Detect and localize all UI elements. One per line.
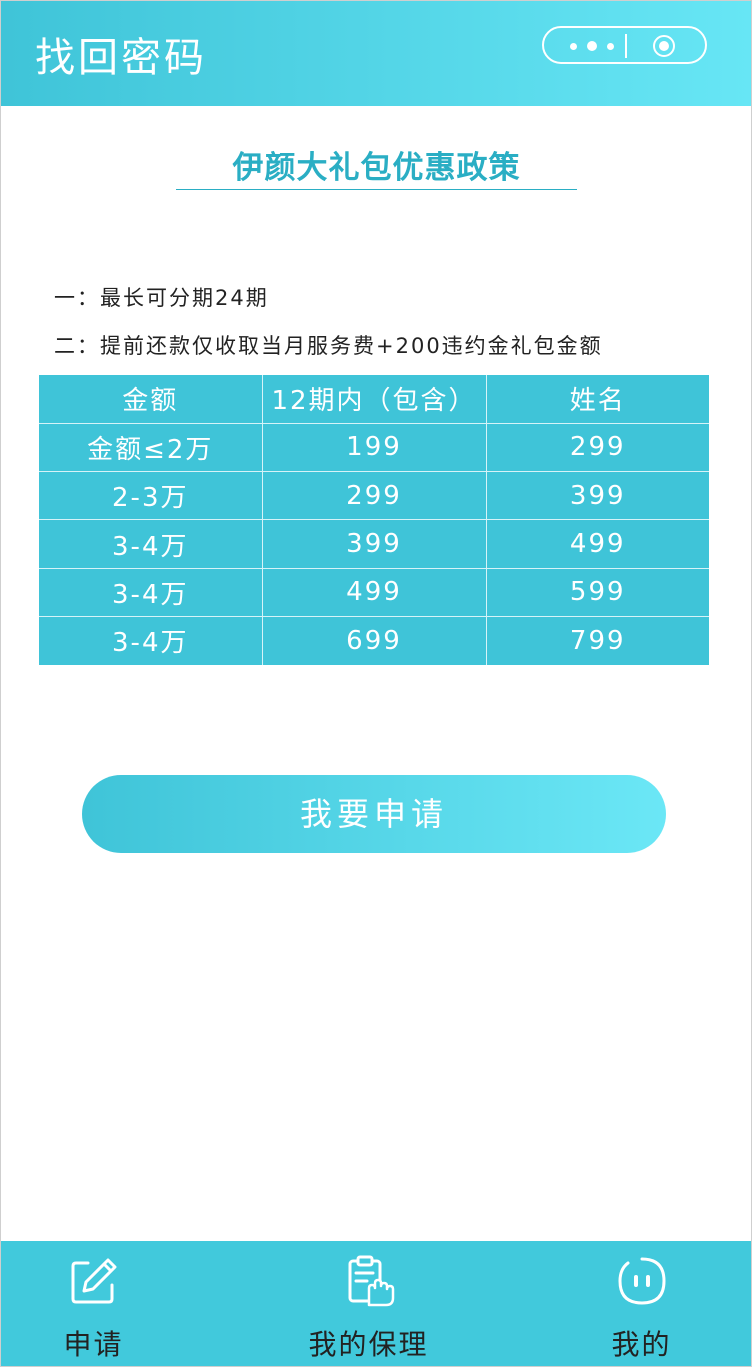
table-cell: 699: [261, 615, 487, 665]
table-cell: 299: [261, 471, 487, 521]
table-row: 3-4万 399 499: [39, 519, 709, 569]
table-header-cell: 12期内（包含）: [261, 375, 487, 424]
pricing-table: 金额 12期内（包含） 姓名 金额≤2万 199 299 2-3万 299 39…: [39, 375, 709, 665]
table-cell: 金额≤2万: [39, 422, 263, 473]
tab-apply-label: 申请: [63, 1328, 124, 1361]
bottom-tab-bar: 申请 我的保理 我的: [1, 1241, 751, 1366]
table-header-cell: 姓名: [485, 375, 709, 424]
table-row: 2-3万 299 399: [39, 471, 709, 521]
policy-line-2: 二：提前还款仅收取当月服务费+200违约金礼包金额: [54, 334, 603, 358]
page-frame: [0, 0, 752, 1367]
policy-line-1: 一：最长可分期24期: [54, 286, 269, 310]
table-cell: 299: [485, 422, 709, 473]
table-cell: 3-4万: [39, 519, 263, 569]
table-cell: 499: [261, 567, 487, 617]
tab-mine-label: 我的: [611, 1328, 672, 1361]
tab-my-factoring-label: 我的保理: [308, 1328, 429, 1361]
capsule-divider: [625, 34, 627, 58]
table-row: 3-4万 699 799: [39, 615, 709, 665]
table-header-row: 金额 12期内（包含） 姓名: [39, 375, 709, 424]
tab-my-factoring[interactable]: 我的保理: [281, 1241, 456, 1366]
table-cell: 3-4万: [39, 567, 263, 617]
policy-title: 伊颜大礼包优惠政策: [232, 150, 521, 186]
table-cell: 2-3万: [39, 471, 263, 521]
table-row: 金额≤2万 199 299: [39, 422, 709, 473]
table-cell: 199: [261, 422, 487, 473]
table-cell: 499: [485, 519, 709, 569]
clipboard-hand-icon: [348, 1255, 394, 1307]
table-cell: 399: [261, 519, 487, 569]
tab-mine[interactable]: 我的: [569, 1241, 714, 1366]
apply-button[interactable]: 我要申请: [82, 775, 666, 853]
table-header-cell: 金额: [39, 375, 263, 424]
table-cell: 3-4万: [39, 615, 263, 665]
miniprogram-capsule: [542, 26, 707, 64]
table-cell: 399: [485, 471, 709, 521]
table-cell: 599: [485, 567, 709, 617]
tab-apply[interactable]: 申请: [21, 1241, 166, 1366]
title-underline: [176, 189, 577, 190]
table-cell: 799: [485, 615, 709, 665]
page-title: 找回密码: [35, 35, 207, 81]
header-bar: 找回密码: [1, 1, 751, 106]
table-row: 3-4万 499 599: [39, 567, 709, 617]
close-miniprogram-icon[interactable]: [653, 35, 675, 57]
more-menu-icon[interactable]: [568, 41, 618, 51]
edit-icon: [71, 1258, 116, 1304]
face-icon: [617, 1257, 666, 1305]
